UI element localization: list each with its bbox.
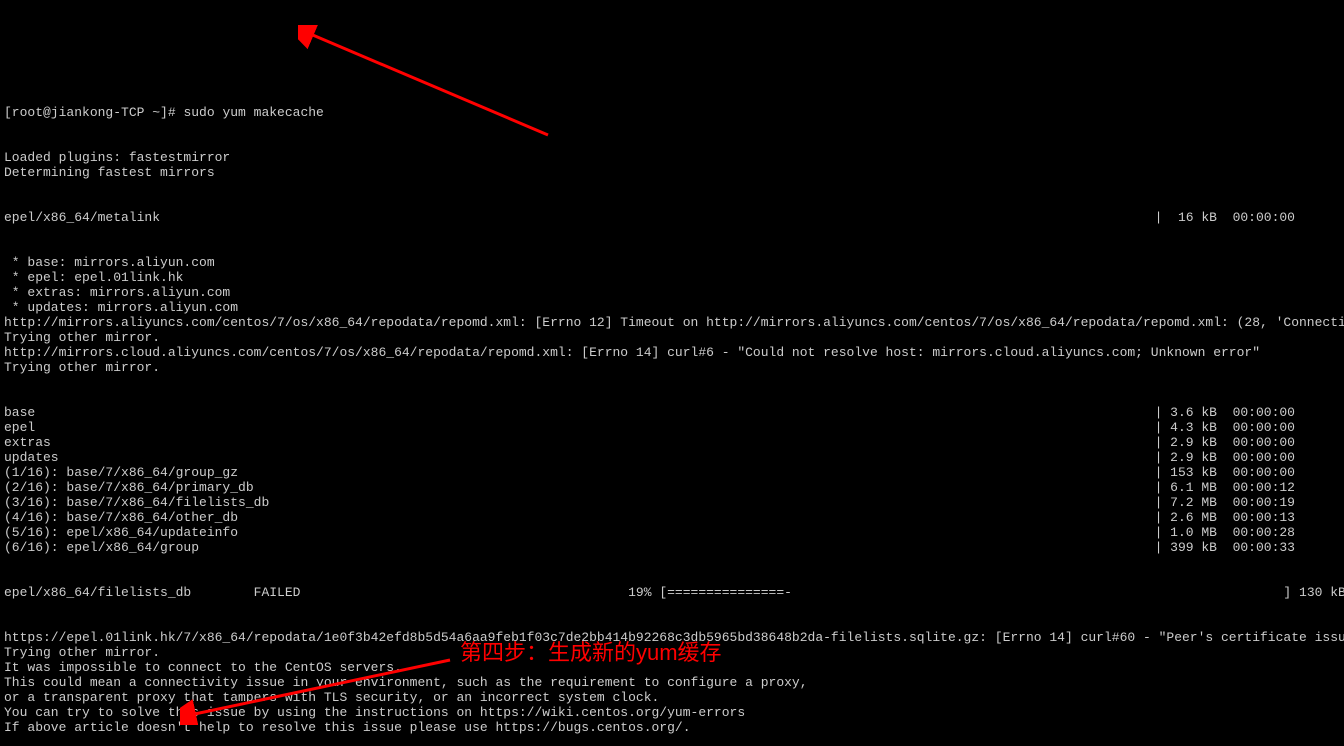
prompt-1-user: [root@jiankong-TCP ~]# [4,105,183,120]
repo-row-a-4-left: (1/16): base/7/x86_64/group_gz [4,465,238,480]
repo-row-a-1: epel | 4.3 kB 00:00:00 [4,420,1340,435]
repo-row-a-5-right: | 6.1 MB 00:00:12 [1155,480,1340,495]
output-line-b-1: * epel: epel.01link.hk [4,270,1340,285]
repo-row-a-0-right: | 3.6 kB 00:00:00 [1155,405,1340,420]
repo-row-a-6-right: | 7.2 MB 00:00:19 [1155,495,1340,510]
repo-row-a-9: (6/16): epel/x86_64/group | 399 kB 00:00:… [4,540,1340,555]
repo-row-a-0: base | 3.6 kB 00:00:00 [4,405,1340,420]
output-line-c-4: or a transparent proxy that tampers with… [4,690,1340,705]
output-line-a-1: Determining fastest mirrors [4,165,1340,180]
repo-row-a-7-right: | 2.6 MB 00:00:13 [1155,510,1340,525]
output-line-b-3: * updates: mirrors.aliyun.com [4,300,1340,315]
repo-row-a-3-right: | 2.9 kB 00:00:00 [1155,450,1340,465]
metalink-right: | 16 kB 00:00:00 [1155,210,1340,225]
progress-1-name: epel/x86_64/filelists_db FAILED [4,585,628,600]
repo-row-a-6: (3/16): base/7/x86_64/filelists_db | 7.2 … [4,495,1340,510]
repo-row-a-7-left: (4/16): base/7/x86_64/other_db [4,510,238,525]
output-line-c-6: If above article doesn't help to resolve… [4,720,1340,735]
output-line-b-6: http://mirrors.cloud.aliyuncs.com/centos… [4,345,1340,360]
repo-row-a-4: (1/16): base/7/x86_64/group_gz | 153 kB 0… [4,465,1340,480]
prompt-1-cmd: sudo yum makecache [183,105,323,120]
output-line-a-0: Loaded plugins: fastestmirror [4,150,1340,165]
output-line-b-0: * base: mirrors.aliyun.com [4,255,1340,270]
annotation-text: 第四步：生成新的yum缓存 [460,645,722,660]
repo-row-a-2-left: extras [4,435,51,450]
repo-row-a-6-left: (3/16): base/7/x86_64/filelists_db [4,495,269,510]
repo-row-a-9-right: | 399 kB 00:00:33 [1155,540,1340,555]
output-line-c-5: You can try to solve this issue by using… [4,705,1340,720]
output-line-b-7: Trying other mirror. [4,360,1340,375]
repo-row-a-4-right: | 153 kB 00:00:00 [1155,465,1340,480]
metalink-left: epel/x86_64/metalink [4,210,160,225]
repo-row-a-1-left: epel [4,420,35,435]
output-line-b-4: http://mirrors.aliyuncs.com/centos/7/os/… [4,315,1340,330]
metalink-row: epel/x86_64/metalink | 16 kB 00:00:00 [4,210,1340,225]
repo-row-a-7: (4/16): base/7/x86_64/other_db | 2.6 MB 0… [4,510,1340,525]
output-line-b-5: Trying other mirror. [4,330,1340,345]
progress-1: epel/x86_64/filelists_db FAILED 19% [===… [4,585,1340,600]
repo-row-a-8: (5/16): epel/x86_64/updateinfo | 1.0 MB 0… [4,525,1340,540]
repo-row-a-9-left: (6/16): epel/x86_64/group [4,540,199,555]
repo-row-a-0-left: base [4,405,35,420]
repo-row-a-2: extras | 2.9 kB 00:00:00 [4,435,1340,450]
repo-row-a-8-left: (5/16): epel/x86_64/updateinfo [4,525,238,540]
repo-row-a-2-right: | 2.9 kB 00:00:00 [1155,435,1340,450]
repo-row-a-3: updates | 2.9 kB 00:00:00 [4,450,1340,465]
repo-row-a-1-right: | 4.3 kB 00:00:00 [1155,420,1340,435]
output-line-b-2: * extras: mirrors.aliyun.com [4,285,1340,300]
progress-1-pct: 19% [===============- ] 130 kB/s | 18 MB… [628,585,1344,600]
output-line-c-3: This could mean a connectivity issue in … [4,675,1340,690]
repo-row-a-3-left: updates [4,450,59,465]
prompt-line-1: [root@jiankong-TCP ~]# sudo yum makecach… [4,105,1340,120]
repo-row-a-8-right: | 1.0 MB 00:00:28 [1155,525,1340,540]
repo-row-a-5: (2/16): base/7/x86_64/primary_db | 6.1 MB… [4,480,1340,495]
repo-row-a-5-left: (2/16): base/7/x86_64/primary_db [4,480,254,495]
